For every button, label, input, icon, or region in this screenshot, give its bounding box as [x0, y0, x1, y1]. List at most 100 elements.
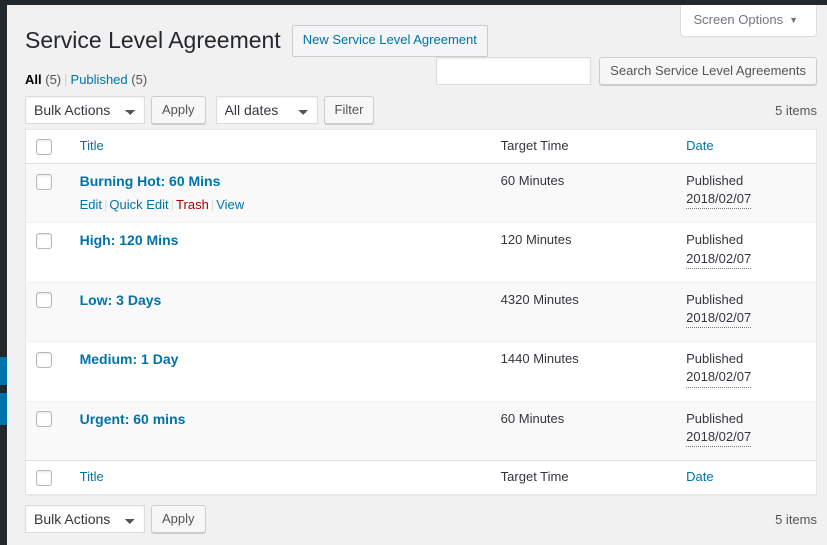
sort-link-date-top[interactable]: Date	[686, 138, 713, 153]
row-title-cell: Medium: 1 DayEdit|Quick Edit|Trash|View	[69, 341, 491, 402]
screen-meta-links: Screen Options ▼	[680, 5, 817, 38]
row-action-trash[interactable]: Trash	[176, 197, 209, 212]
row-title-cell: Low: 3 DaysEdit|Quick Edit|Trash|View	[69, 281, 491, 342]
column-footer-date: Date	[676, 460, 817, 495]
row-target-time-value: 4320 Minutes	[500, 291, 579, 307]
row-title-link[interactable]: Low: 3 Days	[80, 292, 162, 308]
row-date-cell: Published 2018/02/07	[676, 341, 817, 402]
apply-button-top[interactable]: Apply	[151, 96, 206, 124]
view-item-all: All (5) |	[25, 72, 71, 87]
row-date-cell: Published 2018/02/07	[676, 400, 817, 461]
displaying-num-bottom: 5 items	[775, 512, 817, 527]
row-target-time-cell: 120 Minutes	[490, 222, 677, 283]
row-date-status: Published	[686, 232, 744, 248]
filter-button[interactable]: Filter	[323, 96, 375, 124]
apply-button-bottom[interactable]: Apply	[151, 505, 206, 533]
column-label-target-time-top: Target Time	[500, 138, 569, 154]
row-date-status: Published	[686, 410, 744, 426]
row-checkbox[interactable]	[36, 292, 52, 309]
row-target-time-value: 60 Minutes	[500, 410, 565, 426]
table-row: Burning Hot: 60 Mins Edit | Quick Edit | Tras…	[25, 163, 817, 223]
row-checkbox[interactable]	[36, 411, 52, 428]
row-target-time-value: 60 Minutes	[500, 173, 565, 189]
displaying-num-top: 5 items	[775, 103, 817, 118]
view-item-published: Published (5)	[71, 72, 148, 87]
row-date-cell: Published 2018/02/07	[676, 281, 817, 342]
admin-menu-rail[interactable]	[0, 5, 7, 545]
screen-options-button[interactable]: Screen Options ▼	[680, 5, 817, 38]
bulk-actions-select-top[interactable]: Bulk Actions	[25, 96, 145, 124]
table-body: Burning Hot: 60 Mins Edit | Quick Edit | Tras…	[25, 163, 817, 461]
row-date-value: 2018/02/07	[686, 190, 752, 210]
add-new-sla-button[interactable]: New Service Level Agreement	[291, 25, 488, 57]
row-action-edit[interactable]: Edit	[80, 197, 102, 212]
row-action-edit-wrap: Edit |	[80, 197, 110, 212]
table-row: Low: 3 DaysEdit|Quick Edit|Trash|View 432…	[25, 281, 817, 342]
row-date-value: 2018/02/07	[686, 368, 752, 388]
row-date-value: 2018/02/07	[686, 250, 752, 269]
page-header: Service Level Agreement New Service Leve…	[25, 25, 488, 57]
sort-link-title-top[interactable]: Title	[80, 138, 104, 153]
table-head: Title Target Time Date	[25, 129, 817, 165]
row-checkbox[interactable]	[36, 173, 52, 190]
chevron-down-icon: ▼	[789, 15, 798, 25]
column-header-title: Title	[69, 129, 491, 165]
column-header-date: Date	[676, 129, 817, 165]
row-target-time-value: 120 Minutes	[500, 232, 572, 248]
sort-link-title-bottom[interactable]: Title	[80, 469, 104, 484]
row-title-link[interactable]: Urgent: 60 mins	[80, 411, 186, 427]
row-checkbox[interactable]	[36, 233, 52, 250]
row-checkbox-cell	[25, 281, 70, 342]
search-submit-button[interactable]: Search Service Level Agreements	[599, 57, 817, 85]
view-separator: |	[64, 72, 68, 87]
row-actions: Edit | Quick Edit | Trash | View	[80, 194, 481, 214]
row-checkbox-cell	[26, 164, 70, 223]
row-date-status: Published	[686, 351, 744, 367]
search-box: Search Service Level Agreements	[436, 57, 817, 85]
row-title-link[interactable]: Medium: 1 Day	[80, 351, 179, 367]
row-checkbox[interactable]	[36, 351, 52, 368]
view-link-published[interactable]: Published	[71, 72, 128, 87]
select-all-checkbox-bottom[interactable]	[36, 470, 52, 487]
row-target-time-cell: 4320 Minutes	[490, 281, 677, 342]
view-link-all[interactable]: All	[25, 72, 42, 87]
row-target-time-cell: 1440 Minutes	[490, 341, 677, 402]
row-action-trash-wrap: Trash |	[176, 197, 216, 212]
date-filter-select[interactable]: All dates	[215, 96, 318, 124]
tablenav-top: Bulk Actions Apply All dates Filter 5 it…	[25, 96, 817, 126]
search-input[interactable]	[436, 57, 592, 85]
column-footer-target-time: Target Time	[490, 460, 677, 495]
bulk-actions-select-bottom[interactable]: Bulk Actions	[25, 505, 145, 533]
row-action-quick-edit-wrap: Quick Edit |	[109, 197, 176, 212]
row-date-status: Published	[686, 173, 744, 189]
view-count-published: (5)	[131, 72, 148, 87]
row-target-time-value: 1440 Minutes	[500, 351, 579, 367]
column-footer-title: Title	[69, 460, 491, 495]
row-title-link[interactable]: Burning Hot: 60 Mins	[80, 173, 221, 189]
table-footer-row: Title Target Time Date	[25, 460, 817, 495]
row-action-quick-edit[interactable]: Quick Edit	[109, 197, 168, 212]
sort-link-date-bottom[interactable]: Date	[686, 469, 713, 484]
table-row: Urgent: 60 minsEdit|Quick Edit|Trash|Vie…	[25, 400, 817, 461]
row-target-time-cell: 60 Minutes	[491, 164, 676, 223]
row-title-cell: Urgent: 60 minsEdit|Quick Edit|Trash|Vie…	[69, 400, 491, 461]
row-title-cell: Burning Hot: 60 Mins Edit | Quick Edit | Tras…	[70, 164, 491, 223]
row-action-view[interactable]: View	[216, 197, 244, 212]
column-header-target-time: Target Time	[490, 129, 677, 165]
table-foot: Title Target Time Date	[25, 460, 817, 495]
tablenav-bottom: Bulk Actions Apply 5 items	[25, 505, 817, 535]
row-date-status: Published	[686, 291, 744, 307]
select-all-checkbox-top[interactable]	[36, 139, 52, 156]
admin-menu-highlight-1[interactable]	[0, 357, 7, 385]
page-wrap: Screen Options ▼ Service Level Agreement …	[7, 5, 827, 545]
row-checkbox-cell	[25, 222, 70, 283]
row-title-cell: High: 120 MinsEdit|Quick Edit|Trash|View	[69, 222, 491, 283]
row-target-time-cell: 60 Minutes	[490, 400, 677, 461]
admin-menu-highlight-2[interactable]	[0, 393, 7, 425]
select-all-header	[25, 129, 70, 165]
row-title-link[interactable]: High: 120 Mins	[80, 232, 179, 248]
views-filter-list: All (5) | Published (5)	[25, 71, 147, 89]
tablenav-top-actions: Bulk Actions Apply All dates Filter	[25, 96, 375, 124]
tablenav-bottom-actions: Bulk Actions Apply	[25, 505, 206, 533]
row-action-separator: |	[170, 197, 175, 213]
